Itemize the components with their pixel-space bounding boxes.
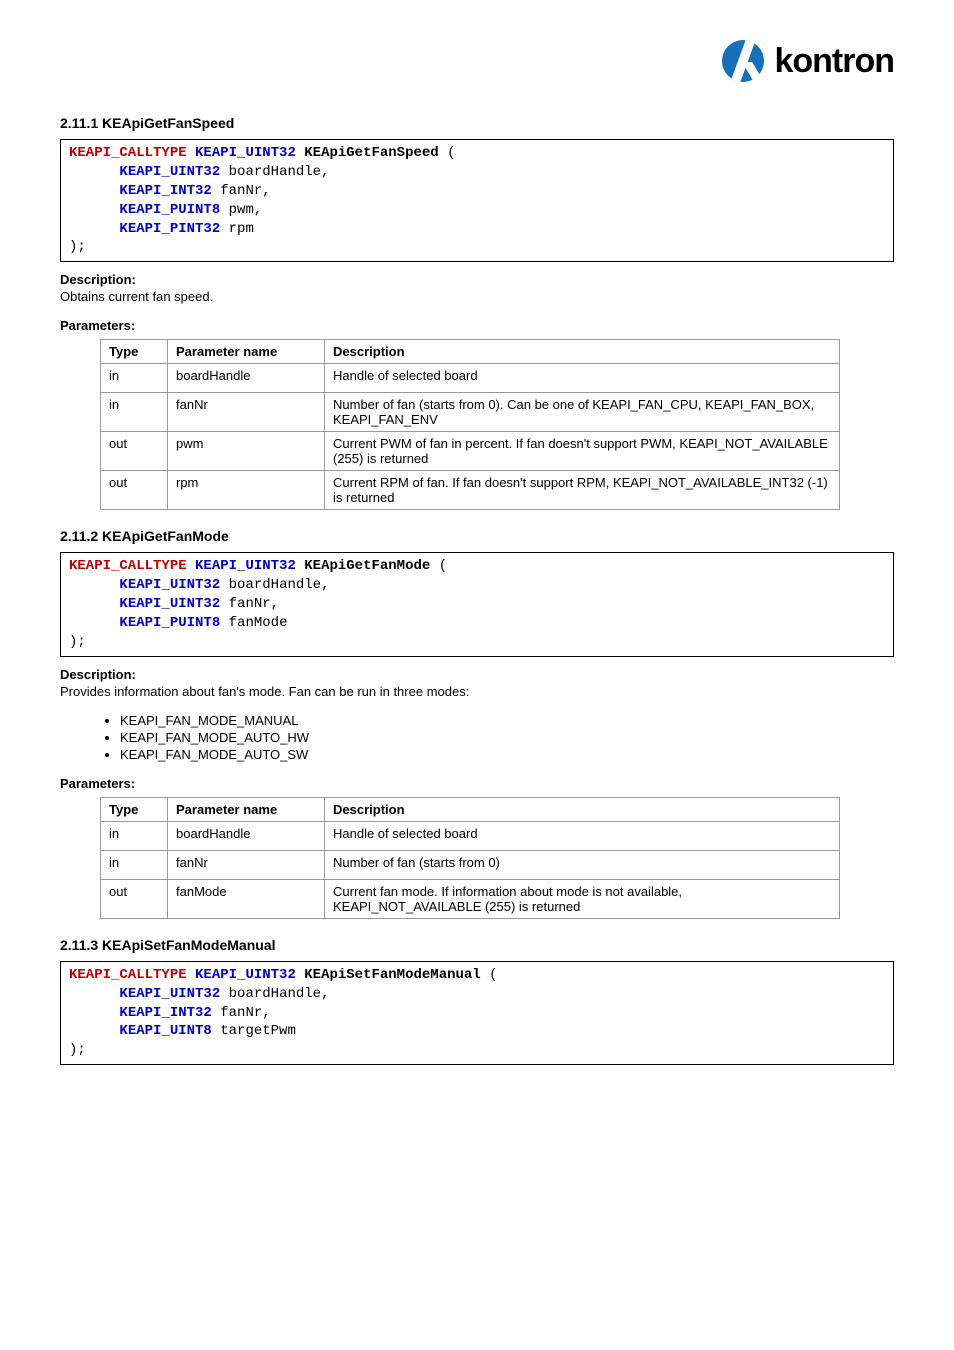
cell-desc: Number of fan (starts from 0) (325, 850, 840, 879)
params-table-getfanmode: Type Parameter name Description in board… (100, 797, 840, 919)
cell-name: fanNr (168, 850, 325, 879)
cell-name: fanMode (168, 879, 325, 918)
table-header-name: Parameter name (168, 797, 325, 821)
cell-type: in (101, 850, 168, 879)
description-label: Description: (60, 667, 894, 682)
code-param: fanNr (220, 1005, 262, 1021)
logo-block: kontron (60, 40, 894, 85)
cell-desc: Current PWM of fan in percent. If fan do… (325, 432, 840, 471)
code-fn-name: KEApiSetFanModeManual (304, 967, 480, 983)
table-row: in fanNr Number of fan (starts from 0). … (101, 393, 840, 432)
code-param: boardHandle (229, 986, 321, 1002)
table-row: in fanNr Number of fan (starts from 0) (101, 850, 840, 879)
code-token: KEAPI_UINT32 (195, 145, 296, 161)
code-param: targetPwm (220, 1023, 296, 1039)
code-param: fanNr (229, 596, 271, 612)
parameters-label: Parameters: (60, 318, 894, 333)
code-tail: ); (69, 239, 86, 255)
cell-type: out (101, 471, 168, 510)
description-text: Provides information about fan's mode. F… (60, 684, 894, 699)
cell-name: fanNr (168, 393, 325, 432)
cell-name: boardHandle (168, 821, 325, 850)
params-table-getfanspeed: Type Parameter name Description in board… (100, 339, 840, 510)
table-header-name: Parameter name (168, 340, 325, 364)
table-row: out pwm Current PWM of fan in percent. I… (101, 432, 840, 471)
cell-desc: Current fan mode. If information about m… (325, 879, 840, 918)
code-tail: ); (69, 634, 86, 650)
code-token: KEAPI_UINT32 (119, 577, 220, 593)
code-token: KEAPI_UINT32 (119, 986, 220, 1002)
code-block-getfanmode: KEAPI_CALLTYPE KEAPI_UINT32 KEApiGetFanM… (60, 552, 894, 656)
code-token: KEAPI_INT32 (119, 183, 211, 199)
table-header-type: Type (101, 797, 168, 821)
table-header-desc: Description (325, 797, 840, 821)
code-token: KEAPI_PUINT8 (119, 615, 220, 631)
code-token: KEAPI_UINT32 (119, 164, 220, 180)
code-token: KEAPI_INT32 (119, 1005, 211, 1021)
kontron-logo-icon (722, 40, 764, 82)
cell-name: rpm (168, 471, 325, 510)
cell-type: out (101, 432, 168, 471)
code-token: KEAPI_PINT32 (119, 221, 220, 237)
table-row: in boardHandle Handle of selected board (101, 821, 840, 850)
code-token: KEAPI_PUINT8 (119, 202, 220, 218)
parameters-label: Parameters: (60, 776, 894, 791)
code-block-getfanspeed: KEAPI_CALLTYPE KEAPI_UINT32 KEApiGetFanS… (60, 139, 894, 262)
cell-name: boardHandle (168, 364, 325, 393)
brand-name: kontron (774, 42, 894, 81)
code-fn-name: KEApiGetFanSpeed (304, 145, 438, 161)
code-param: rpm (229, 221, 254, 237)
cell-name: pwm (168, 432, 325, 471)
code-token: KEAPI_CALLTYPE (69, 145, 187, 161)
cell-desc: Number of fan (starts from 0). Can be on… (325, 393, 840, 432)
cell-type: out (101, 879, 168, 918)
cell-desc: Handle of selected board (325, 364, 840, 393)
table-row: out rpm Current RPM of fan. If fan doesn… (101, 471, 840, 510)
table-header-type: Type (101, 340, 168, 364)
cell-type: in (101, 364, 168, 393)
section-heading-getfanspeed: 2.11.1 KEApiGetFanSpeed (60, 115, 894, 131)
table-header-desc: Description (325, 340, 840, 364)
code-token: KEAPI_CALLTYPE (69, 967, 187, 983)
code-token: KEAPI_UINT32 (119, 596, 220, 612)
code-param: pwm (229, 202, 254, 218)
code-param: fanMode (229, 615, 288, 631)
code-fn-name: KEApiGetFanMode (304, 558, 430, 574)
code-token: KEAPI_CALLTYPE (69, 558, 187, 574)
code-tail: ); (69, 1042, 86, 1058)
cell-type: in (101, 393, 168, 432)
code-token: KEAPI_UINT32 (195, 967, 296, 983)
cell-desc: Current RPM of fan. If fan doesn't suppo… (325, 471, 840, 510)
code-param: fanNr (220, 183, 262, 199)
description-label: Description: (60, 272, 894, 287)
code-token: KEAPI_UINT32 (195, 558, 296, 574)
code-param: boardHandle (229, 577, 321, 593)
fan-mode-list: KEAPI_FAN_MODE_MANUAL KEAPI_FAN_MODE_AUT… (60, 713, 894, 762)
table-row: in boardHandle Handle of selected board (101, 364, 840, 393)
list-item: KEAPI_FAN_MODE_AUTO_SW (120, 747, 894, 762)
cell-desc: Handle of selected board (325, 821, 840, 850)
description-text: Obtains current fan speed. (60, 289, 894, 304)
cell-type: in (101, 821, 168, 850)
code-param: boardHandle (229, 164, 321, 180)
section-heading-setfanmodemanual: 2.11.3 KEApiSetFanModeManual (60, 937, 894, 953)
section-heading-getfanmode: 2.11.2 KEApiGetFanMode (60, 528, 894, 544)
code-block-setfanmodemanual: KEAPI_CALLTYPE KEAPI_UINT32 KEApiSetFanM… (60, 961, 894, 1065)
list-item: KEAPI_FAN_MODE_MANUAL (120, 713, 894, 728)
list-item: KEAPI_FAN_MODE_AUTO_HW (120, 730, 894, 745)
table-row: out fanMode Current fan mode. If informa… (101, 879, 840, 918)
code-token: KEAPI_UINT8 (119, 1023, 211, 1039)
